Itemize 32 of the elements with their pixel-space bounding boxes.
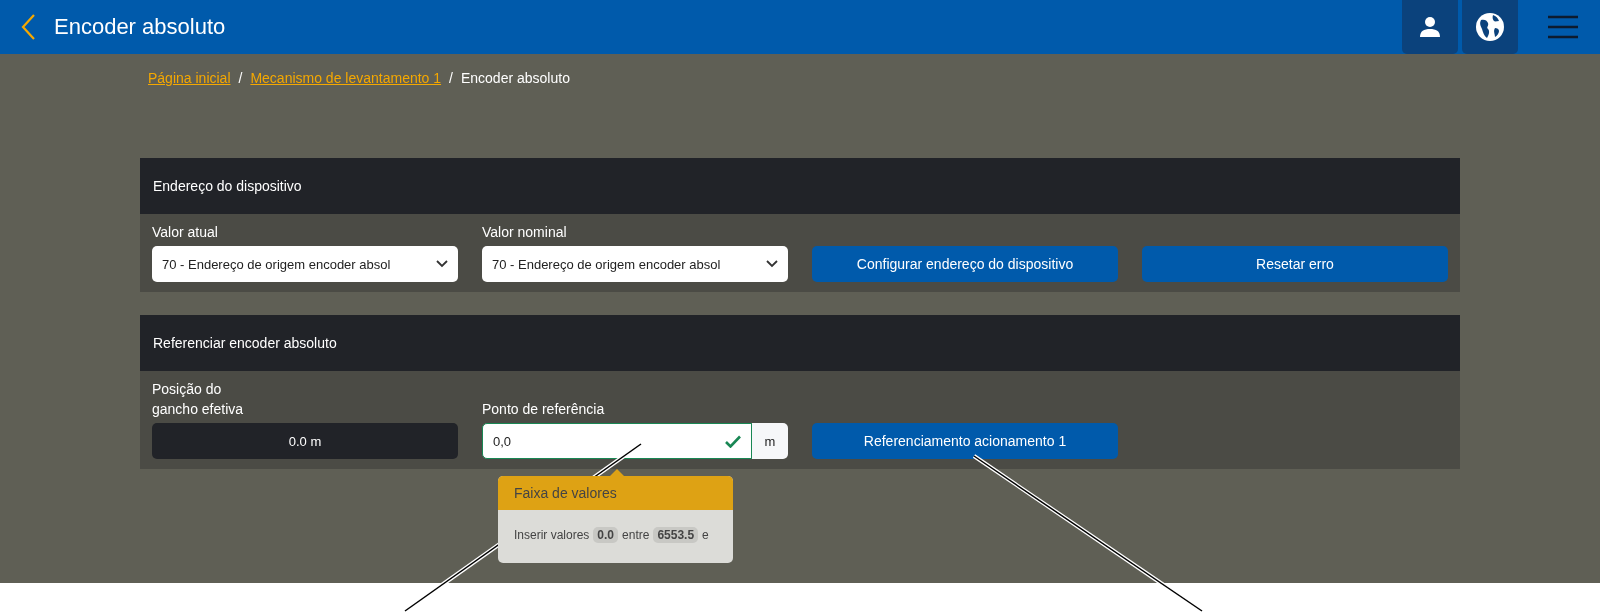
readout-field: 0.0 m (152, 423, 458, 459)
user-icon (1418, 15, 1442, 39)
chevron-down-icon (766, 260, 778, 268)
breadcrumb-current: Encoder absoluto (460, 70, 570, 86)
field-label: Ponto de referência (482, 400, 606, 419)
menu-icon[interactable] (1548, 15, 1578, 39)
value-chip: 0.0 (593, 527, 619, 543)
back-icon[interactable] (20, 13, 36, 41)
user-button[interactable] (1402, 0, 1458, 54)
field-label: Posição do gancho efetiva (152, 380, 245, 419)
field-label: Valor nominal (482, 223, 568, 242)
page-title: Encoder absoluto (54, 14, 227, 40)
section-title: Endereço do dispositivo (140, 158, 1460, 214)
input-field[interactable]: 0,0 (482, 423, 752, 459)
tooltip-title: Faixa de valores (498, 476, 733, 510)
field-label: Valor atual (152, 223, 219, 242)
action-button[interactable]: Resetar erro (1142, 246, 1448, 282)
breadcrumb-separator: / (238, 70, 243, 86)
action-button[interactable]: Referenciamento acionamento 1 (812, 423, 1118, 459)
select-field[interactable]: 70 - Endereço de origem encoder absol (152, 246, 458, 282)
breadcrumb-separator: / (449, 70, 453, 86)
tooltip-text: e (702, 528, 709, 542)
select-field[interactable]: 70 - Endereço de origem encoder absol (482, 246, 788, 282)
chevron-down-icon (436, 260, 448, 268)
action-button[interactable]: Configurar endereço do dispositivo (812, 246, 1118, 282)
globe-icon (1475, 12, 1505, 42)
unit-label: m (752, 423, 788, 459)
tooltip-text: Inserir valores (514, 528, 590, 542)
tooltip-text: entre (622, 528, 650, 542)
section-title: Referenciar encoder absoluto (140, 315, 1460, 371)
value-chip: 6553.5 (653, 527, 699, 543)
language-button[interactable] (1462, 0, 1518, 54)
